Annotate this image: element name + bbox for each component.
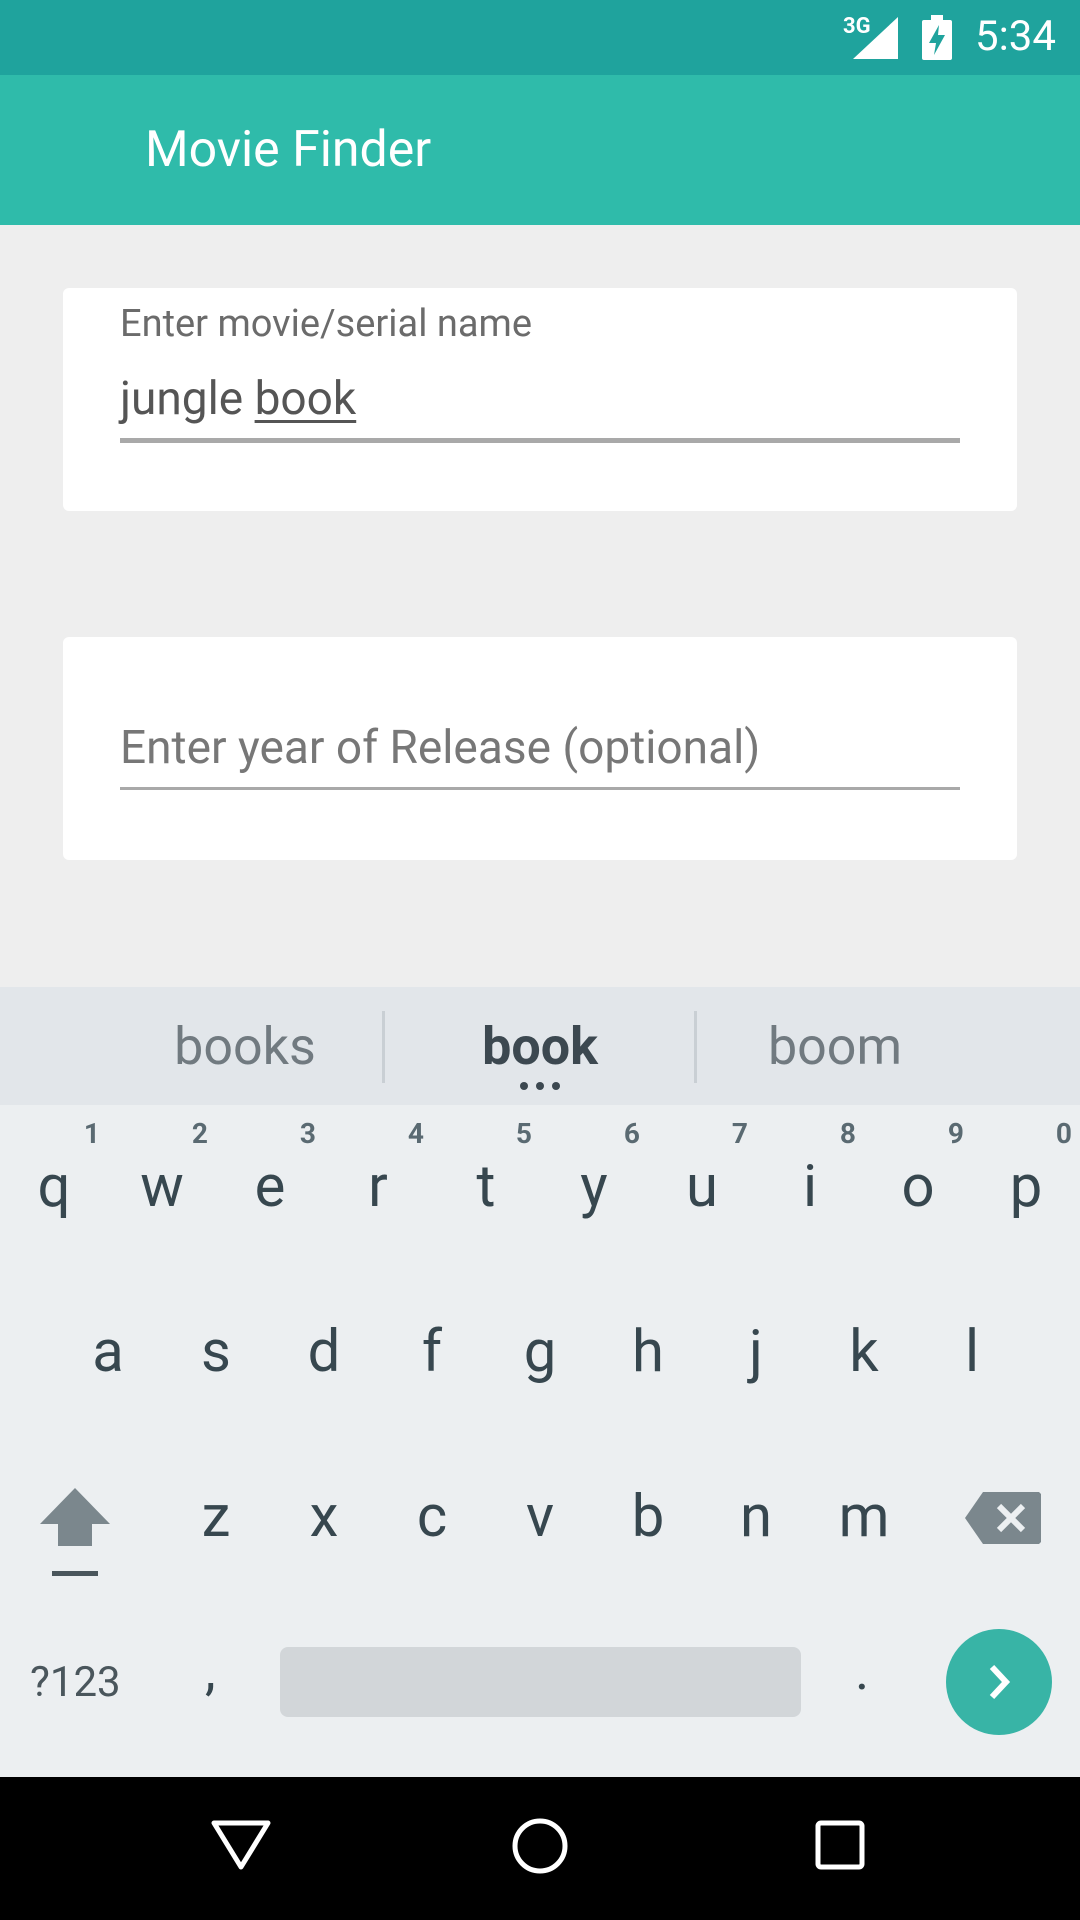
key-number-hint: 9 — [947, 1117, 964, 1150]
year-input[interactable]: Enter year of Release (optional) — [120, 721, 760, 775]
movie-name-card: Enter movie/serial name jungle book — [63, 288, 1017, 511]
key-label: m — [838, 1483, 890, 1551]
shift-key[interactable] — [30, 1488, 120, 1598]
key-number-hint: 8 — [839, 1117, 856, 1150]
key-m[interactable]: m — [810, 1435, 918, 1600]
key-g[interactable]: g — [486, 1270, 594, 1435]
key-w[interactable]: w2 — [108, 1105, 216, 1270]
key-label: f — [421, 1318, 443, 1386]
key-label: z — [201, 1483, 231, 1551]
comma-key[interactable]: , — [205, 1640, 216, 1703]
year-underline — [120, 787, 960, 790]
suggestion-strip: books book boom — [0, 987, 1080, 1105]
key-label: x — [309, 1483, 339, 1551]
key-label: h — [632, 1318, 664, 1386]
navigation-bar — [0, 1777, 1080, 1920]
key-p[interactable]: p0 — [972, 1105, 1080, 1270]
key-r[interactable]: r4 — [324, 1105, 432, 1270]
key-number-hint: 3 — [299, 1117, 316, 1150]
key-label: o — [901, 1153, 935, 1221]
movie-name-label: Enter movie/serial name — [120, 302, 533, 346]
key-label: g — [523, 1318, 557, 1386]
key-l[interactable]: l — [918, 1270, 1026, 1435]
status-bar: 3G 5:34 — [0, 0, 1080, 75]
key-label: b — [631, 1483, 665, 1551]
movie-name-value: jungle — [120, 372, 255, 426]
spacebar[interactable] — [280, 1647, 801, 1717]
key-label: i — [802, 1153, 818, 1221]
key-number-hint: 0 — [1055, 1117, 1072, 1150]
key-number-hint: 5 — [515, 1117, 532, 1150]
key-j[interactable]: j — [702, 1270, 810, 1435]
key-label: d — [307, 1318, 341, 1386]
key-h[interactable]: h — [594, 1270, 702, 1435]
key-label: u — [686, 1153, 718, 1221]
key-label: n — [739, 1483, 773, 1551]
key-f[interactable]: f — [378, 1270, 486, 1435]
key-e[interactable]: e3 — [216, 1105, 324, 1270]
key-q[interactable]: q1 — [0, 1105, 108, 1270]
suggestion-center[interactable]: book — [440, 1016, 640, 1077]
app-bar: Movie Finder — [0, 75, 1080, 225]
shift-icon — [40, 1488, 110, 1576]
key-v[interactable]: v — [486, 1435, 594, 1600]
key-o[interactable]: o9 — [864, 1105, 972, 1270]
key-a[interactable]: a — [54, 1270, 162, 1435]
key-label: t — [476, 1153, 496, 1221]
key-d[interactable]: d — [270, 1270, 378, 1435]
key-label: r — [368, 1153, 388, 1221]
suggestion-left[interactable]: books — [150, 1016, 340, 1077]
key-label: j — [749, 1318, 763, 1386]
key-label: l — [964, 1318, 980, 1386]
key-c[interactable]: c — [378, 1435, 486, 1600]
key-z[interactable]: z — [162, 1435, 270, 1600]
go-key[interactable] — [946, 1629, 1052, 1735]
key-number-hint: 2 — [191, 1117, 208, 1150]
key-y[interactable]: y6 — [540, 1105, 648, 1270]
key-label: a — [92, 1318, 124, 1386]
key-k[interactable]: k — [810, 1270, 918, 1435]
suggestion-right[interactable]: boom — [735, 1016, 935, 1077]
key-number-hint: 1 — [83, 1117, 100, 1150]
key-u[interactable]: u7 — [648, 1105, 756, 1270]
suggestion-divider — [382, 1011, 385, 1083]
symbols-key[interactable]: ?123 — [30, 1658, 121, 1707]
key-number-hint: 7 — [731, 1117, 748, 1150]
signal-icon — [853, 17, 898, 59]
key-x[interactable]: x — [270, 1435, 378, 1600]
key-i[interactable]: i8 — [756, 1105, 864, 1270]
key-label: q — [37, 1153, 71, 1221]
key-t[interactable]: t5 — [432, 1105, 540, 1270]
suggestion-divider — [694, 1011, 697, 1083]
composing-text: book — [254, 372, 357, 426]
home-icon[interactable] — [511, 1817, 569, 1875]
movie-name-input[interactable]: jungle book — [120, 372, 356, 426]
key-n[interactable]: n — [702, 1435, 810, 1600]
key-b[interactable]: b — [594, 1435, 702, 1600]
back-icon[interactable] — [210, 1819, 272, 1871]
clock: 5:34 — [975, 12, 1056, 61]
year-card: Enter year of Release (optional) — [63, 637, 1017, 860]
backspace-key[interactable] — [965, 1488, 1045, 1548]
movie-name-underline — [120, 438, 960, 443]
chevron-right-icon — [989, 1664, 1011, 1700]
key-label: e — [254, 1153, 286, 1221]
key-label: k — [849, 1318, 879, 1386]
recents-icon[interactable] — [815, 1820, 865, 1870]
key-label: s — [201, 1318, 231, 1386]
app-title: Movie Finder — [145, 121, 432, 179]
key-label: p — [1009, 1153, 1043, 1221]
battery-charging-icon — [922, 15, 952, 60]
backspace-icon — [965, 1492, 1041, 1544]
key-number-hint: 4 — [407, 1117, 424, 1150]
key-label: c — [416, 1483, 448, 1551]
key-label: v — [525, 1483, 555, 1551]
key-label: y — [580, 1153, 608, 1221]
key-number-hint: 6 — [623, 1117, 640, 1150]
key-label: w — [140, 1153, 184, 1221]
more-suggestions-icon — [520, 1082, 560, 1090]
key-s[interactable]: s — [162, 1270, 270, 1435]
period-key[interactable]: . — [855, 1640, 869, 1703]
